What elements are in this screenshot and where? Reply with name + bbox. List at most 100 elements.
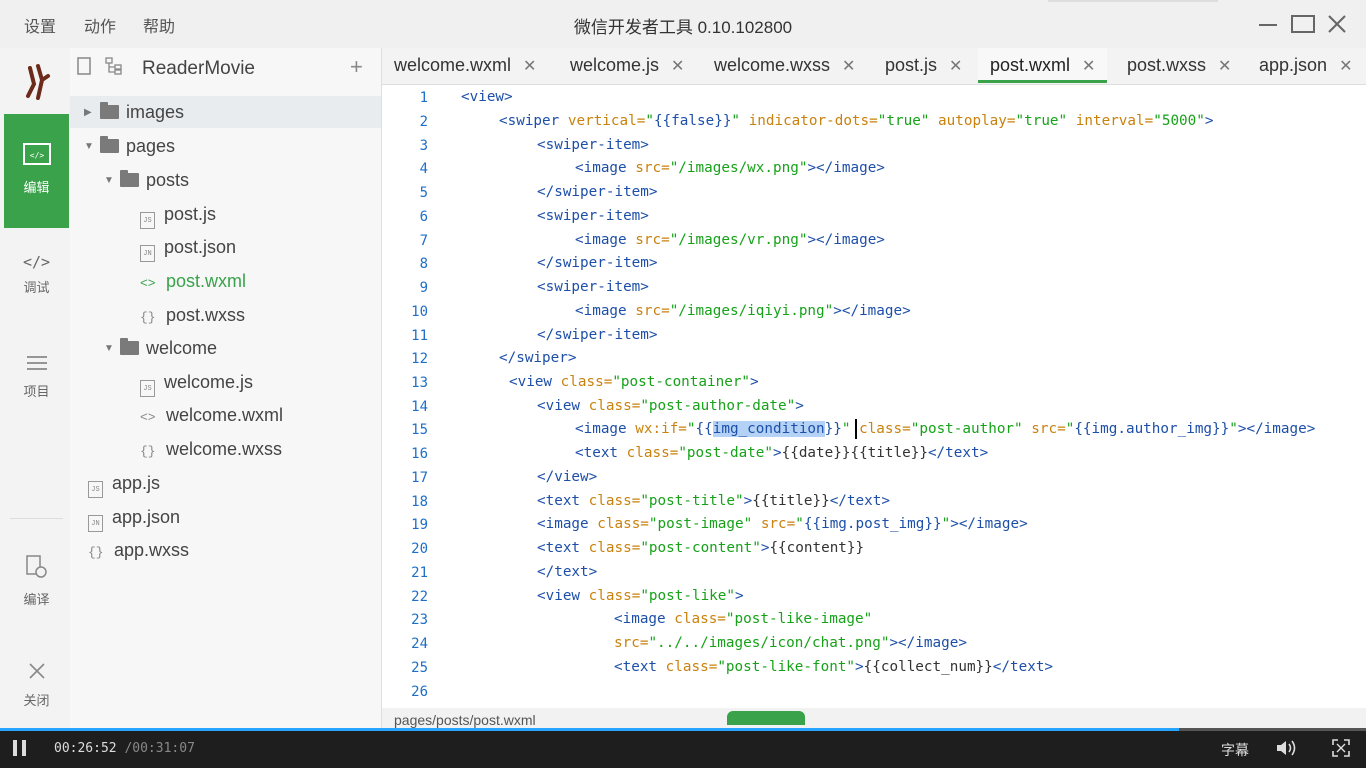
left-rail: </> 编辑 </> 调试 项目 编译 关闭	[4, 48, 69, 728]
tree-folder-pages[interactable]: pages	[100, 132, 175, 160]
line-number: 14	[411, 399, 428, 415]
tree-file-welcome-wxml[interactable]: <> welcome.wxml	[140, 401, 283, 429]
rail-item-compile[interactable]: 编译	[4, 554, 69, 608]
code-line: <image class="post-image" src="{{img.pos…	[537, 516, 1028, 532]
chevron-down-icon[interactable]: ▼	[104, 175, 114, 186]
close-tab-icon[interactable]: ✕	[523, 58, 536, 75]
pause-icon[interactable]	[12, 739, 28, 757]
tree-file-post-js[interactable]: JS post.js	[140, 200, 217, 229]
menu-lines-icon	[26, 356, 47, 370]
tree-file-post-wxss[interactable]: {} post.wxss	[140, 301, 245, 329]
code-line: <text class="post-content">{{content}}	[537, 540, 865, 556]
subtitle-button[interactable]: 字幕	[1221, 740, 1249, 760]
tree-label: post.js	[164, 204, 217, 224]
maximize-icon[interactable]	[1288, 10, 1318, 38]
playback-time: 00:26:52 /00:31:07	[54, 741, 195, 756]
tree-file-app-json[interactable]: JN app.json	[88, 503, 180, 532]
tab-welcome-js[interactable]: welcome.js ✕	[570, 48, 684, 82]
chevron-down-icon[interactable]: ▼	[84, 141, 94, 152]
code-line: </swiper-item>	[537, 184, 658, 200]
tab-welcome-wxss[interactable]: welcome.wxss ✕	[714, 48, 855, 82]
code-line: </swiper-item>	[537, 327, 658, 343]
tab-welcome-wxml[interactable]: welcome.wxml ✕	[394, 48, 536, 82]
rail-item-edit[interactable]: </> 编辑	[4, 114, 69, 228]
tree-folder-images[interactable]: images	[100, 98, 184, 126]
code-line: src="../../images/icon/chat.png"></image…	[614, 635, 967, 651]
selected-text: img_condition	[712, 421, 825, 437]
rail-label-close: 关闭	[23, 693, 50, 708]
close-tab-icon[interactable]: ✕	[1082, 58, 1095, 75]
tree-file-app-wxss[interactable]: {} app.wxss	[88, 536, 189, 564]
tree-label: welcome	[146, 338, 218, 358]
tree-file-post-wxml[interactable]: <> post.wxml	[140, 267, 246, 295]
fullscreen-icon[interactable]	[1331, 738, 1351, 758]
avatar[interactable]	[18, 62, 54, 100]
file-tree: ReaderMovie + ▶ images ▼ pages ▼ posts J…	[70, 48, 382, 728]
line-number: 17	[411, 470, 428, 486]
close-tab-icon[interactable]: ✕	[1339, 58, 1352, 75]
close-tab-icon[interactable]: ✕	[949, 58, 962, 75]
close-icon	[28, 663, 45, 679]
wxss-file-icon: {}	[140, 444, 156, 459]
line-number: 25	[411, 660, 428, 676]
rail-item-project[interactable]: 项目	[4, 354, 69, 400]
tree-file-welcome-js[interactable]: JS welcome.js	[140, 368, 253, 397]
folder-icon	[100, 102, 119, 119]
chevron-right-icon[interactable]: ▶	[84, 107, 92, 118]
video-player-bar: 00:26:52 /00:31:07 字幕	[0, 728, 1366, 768]
tab-label: welcome.js	[570, 55, 660, 75]
current-time: 00:26:52	[54, 741, 117, 756]
tree-file-post-json[interactable]: JN post.json	[140, 233, 237, 262]
tab-post-js[interactable]: post.js ✕	[885, 48, 962, 82]
window-title: 微信开发者工具 0.10.102800	[573, 18, 793, 37]
code-line: <text class="post-title">{{title}}</text…	[537, 493, 890, 509]
progress-fill	[0, 728, 1179, 731]
tree-folder-welcome[interactable]: welcome	[120, 334, 217, 362]
rail-label-compile: 编译	[23, 592, 50, 607]
line-number: 18	[411, 494, 428, 510]
tree-folder-posts[interactable]: posts	[120, 166, 189, 194]
code-line: <view class="post-container">	[509, 374, 759, 390]
code-line: <text class="post-date">{{date}}{{title}…	[575, 445, 989, 461]
tree-file-app-js[interactable]: JS app.js	[88, 469, 160, 498]
close-window-icon[interactable]	[1322, 10, 1352, 38]
wxss-file-icon: {}	[88, 545, 104, 560]
chevron-down-icon[interactable]: ▼	[104, 343, 114, 354]
tab-post-wxss[interactable]: post.wxss ✕	[1127, 48, 1231, 82]
folder-icon	[120, 170, 139, 187]
minimize-icon[interactable]	[1253, 10, 1283, 38]
rail-item-close[interactable]: 关闭	[4, 661, 69, 709]
file-path: pages/posts/post.wxml	[394, 712, 536, 728]
progress-bar[interactable]	[0, 728, 1366, 731]
line-number: 13	[411, 375, 428, 391]
close-tab-icon[interactable]: ✕	[1218, 58, 1231, 75]
tab-label: post.wxml	[990, 55, 1071, 75]
rail-item-debug[interactable]: </> 调试	[4, 253, 69, 296]
rail-label-edit: 编辑	[23, 180, 50, 195]
tree-structure-icon[interactable]	[104, 56, 124, 76]
status-bar: pages/posts/post.wxml	[382, 708, 1366, 728]
line-number: 3	[419, 138, 428, 154]
status-badge	[727, 711, 805, 725]
code-editor[interactable]: 1 2 3 4 5 6 7 8 9 10 11 12 13 14 15 16 17 18 19 20 21 22 23 24 2…	[382, 85, 1366, 708]
title-decoration	[1048, 0, 1218, 2]
file-icon[interactable]	[76, 56, 92, 76]
tree-label: app.wxss	[114, 540, 190, 560]
code-line: <image src="/images/vr.png"></image>	[575, 232, 885, 248]
project-name: ReaderMovie	[142, 58, 255, 79]
tab-post-wxml[interactable]: post.wxml ✕	[978, 48, 1108, 83]
tree-label: post.json	[164, 237, 237, 257]
close-tab-icon[interactable]: ✕	[671, 58, 684, 75]
tree-file-welcome-wxss[interactable]: {} welcome.wxss	[140, 435, 282, 463]
add-file-icon[interactable]: +	[350, 54, 363, 80]
line-number: 11	[411, 328, 428, 344]
line-number: 16	[411, 446, 428, 462]
wxml-file-icon: <>	[140, 410, 156, 425]
tab-app-json[interactable]: app.json ✕	[1259, 48, 1352, 82]
code-line: <view>	[461, 89, 513, 105]
volume-icon[interactable]	[1275, 738, 1301, 758]
line-number: 9	[419, 280, 428, 296]
wxml-file-icon: <>	[140, 276, 156, 291]
close-tab-icon[interactable]: ✕	[842, 58, 855, 75]
json-file-icon: JN	[140, 245, 155, 262]
